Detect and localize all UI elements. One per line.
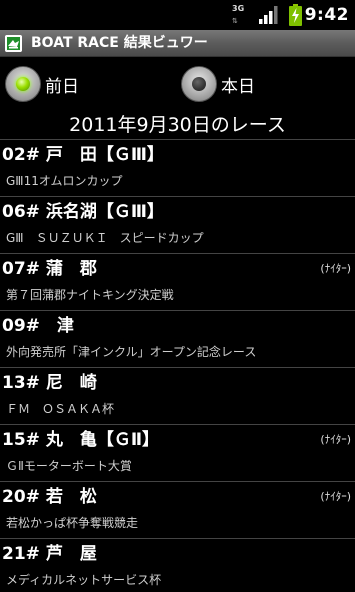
app-icon [5, 35, 22, 52]
radio-previous-day-label: 前日 [45, 76, 79, 97]
list-item[interactable]: 06# 浜名湖【ＧⅢ】 GⅢ ＳＵＺＵＫＩ スピードカップ [0, 196, 355, 253]
race-subtitle: メディカルネットサービス杯 [6, 573, 162, 587]
race-subtitle: 外向発売所「津インクル」オープン記念レース [6, 345, 257, 359]
race-name: 07# 蒲 郡 [2, 259, 97, 279]
list-item[interactable]: 13# 尼 崎 ＦＭ ＯＳＡＫＡ杯 [0, 367, 355, 424]
day-selector: 前日 本日 [0, 58, 355, 110]
status-bar: 3G ⇅ 9:42 [0, 0, 355, 30]
clock: 9:42 [304, 5, 349, 25]
radio-today[interactable]: 本日 [181, 66, 255, 102]
list-item[interactable]: 20# 若 松 (ﾅｲﾀｰ) 若松かっぱ杯争奪戦競走 [0, 481, 355, 538]
data-activity-arrows: ⇅ [232, 17, 238, 25]
battery-charging-icon [289, 4, 302, 26]
radio-unchecked-icon[interactable] [181, 66, 217, 102]
date-heading: 2011年9月30日のレース [69, 114, 286, 136]
race-subtitle: GⅢ11オムロンカップ [6, 174, 123, 188]
list-item[interactable]: 21# 芦 屋 メディカルネットサービス杯 [0, 538, 355, 592]
network-label: 3G [232, 4, 245, 13]
title-bar: BOAT RACE 結果ビュワー [0, 30, 355, 57]
race-name: 20# 若 松 [2, 487, 97, 507]
race-tag: (ﾅｲﾀｰ) [320, 433, 351, 446]
radio-checked-icon[interactable] [5, 66, 41, 102]
race-name: 02# 戸 田【ＧⅢ】 [2, 145, 164, 165]
race-list: 02# 戸 田【ＧⅢ】 GⅢ11オムロンカップ 06# 浜名湖【ＧⅢ】 GⅢ Ｓ… [0, 139, 355, 592]
race-name: 06# 浜名湖【ＧⅢ】 [2, 202, 164, 222]
radio-previous-day[interactable]: 前日 [5, 66, 79, 102]
signal-strength-icon [259, 6, 278, 24]
network-3g-icon: 3G ⇅ [232, 5, 246, 25]
race-name: 13# 尼 崎 [2, 373, 97, 393]
race-name: 21# 芦 屋 [2, 544, 97, 564]
race-subtitle: 第７回蒲郡ナイトキング決定戦 [6, 288, 174, 302]
race-tag: (ﾅｲﾀｰ) [320, 490, 351, 503]
race-subtitle: ＧⅡモーターボート大賞 [6, 459, 132, 473]
list-item[interactable]: 07# 蒲 郡 (ﾅｲﾀｰ) 第７回蒲郡ナイトキング決定戦 [0, 253, 355, 310]
radio-today-label: 本日 [221, 76, 255, 97]
race-name: 09# 津 [2, 316, 74, 336]
list-item[interactable]: 15# 丸 亀【ＧⅡ】 (ﾅｲﾀｰ) ＧⅡモーターボート大賞 [0, 424, 355, 481]
race-tag: (ﾅｲﾀｰ) [320, 262, 351, 275]
race-subtitle: GⅢ ＳＵＺＵＫＩ スピードカップ [6, 231, 204, 245]
list-item[interactable]: 02# 戸 田【ＧⅢ】 GⅢ11オムロンカップ [0, 139, 355, 196]
race-subtitle: 若松かっぱ杯争奪戦競走 [6, 516, 139, 530]
race-name: 15# 丸 亀【ＧⅡ】 [2, 430, 160, 450]
race-subtitle: ＦＭ ＯＳＡＫＡ杯 [6, 402, 115, 416]
list-item[interactable]: 09# 津 外向発売所「津インクル」オープン記念レース [0, 310, 355, 367]
app-title: BOAT RACE 結果ビュワー [31, 35, 208, 51]
